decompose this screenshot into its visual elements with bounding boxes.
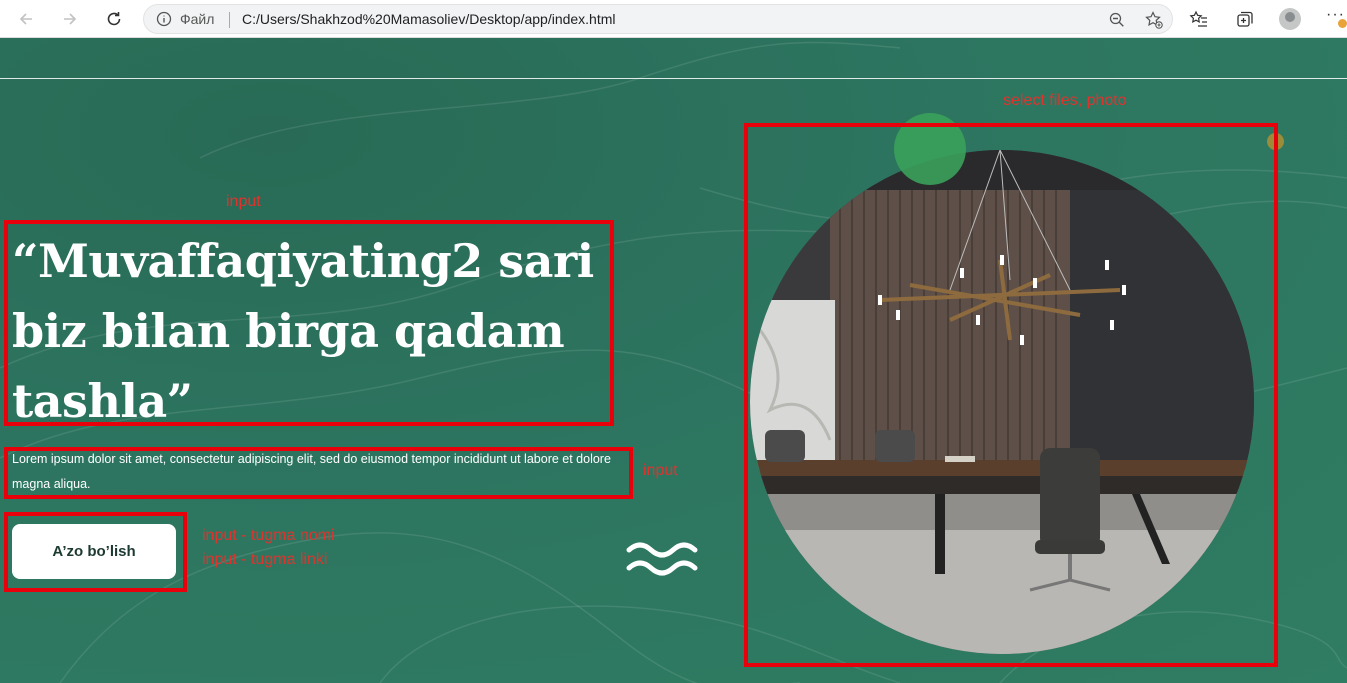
collections-button[interactable] [1233, 7, 1257, 31]
forward-button[interactable] [58, 7, 82, 31]
description-annotation: input [643, 462, 678, 479]
address-bar[interactable]: Файл C:/Users/Shakhzod%20Mamasoliev/Desk… [143, 4, 1173, 34]
address-prefix: Файл [180, 11, 215, 27]
info-icon[interactable] [156, 11, 172, 32]
wave-icon [626, 542, 698, 576]
button-name-annotation: input - tugma nomi [202, 527, 335, 544]
photo-annotation: select files, photo [1003, 92, 1127, 109]
collections-icon [1237, 11, 1253, 27]
page-content: input select files, photo input input - … [0, 38, 1347, 683]
browser-toolbar: Файл C:/Users/Shakhzod%20Mamasoliev/Desk… [0, 0, 1347, 38]
address-separator [229, 12, 230, 28]
back-button[interactable] [14, 7, 38, 31]
favorites-list-icon [1189, 10, 1207, 27]
profile-avatar[interactable] [1279, 8, 1301, 30]
description-highlight-box [4, 447, 633, 499]
add-favorite-icon[interactable] [1144, 10, 1164, 35]
button-highlight-box [4, 512, 187, 592]
reload-button[interactable] [102, 7, 126, 31]
photo-highlight-box [744, 123, 1278, 667]
header-divider [0, 78, 1347, 79]
title-annotation: input [226, 193, 261, 210]
title-highlight-box [4, 220, 614, 426]
arrow-right-icon [64, 13, 77, 25]
favorites-button[interactable] [1187, 7, 1211, 31]
url-text[interactable]: C:/Users/Shakhzod%20Mamasoliev/Desktop/a… [242, 11, 616, 27]
zoom-out-icon[interactable] [1108, 11, 1126, 34]
button-link-annotation: input - tugma linki [202, 551, 328, 568]
reload-icon [107, 12, 121, 26]
arrow-left-icon [19, 13, 32, 25]
notification-badge [1338, 19, 1347, 28]
